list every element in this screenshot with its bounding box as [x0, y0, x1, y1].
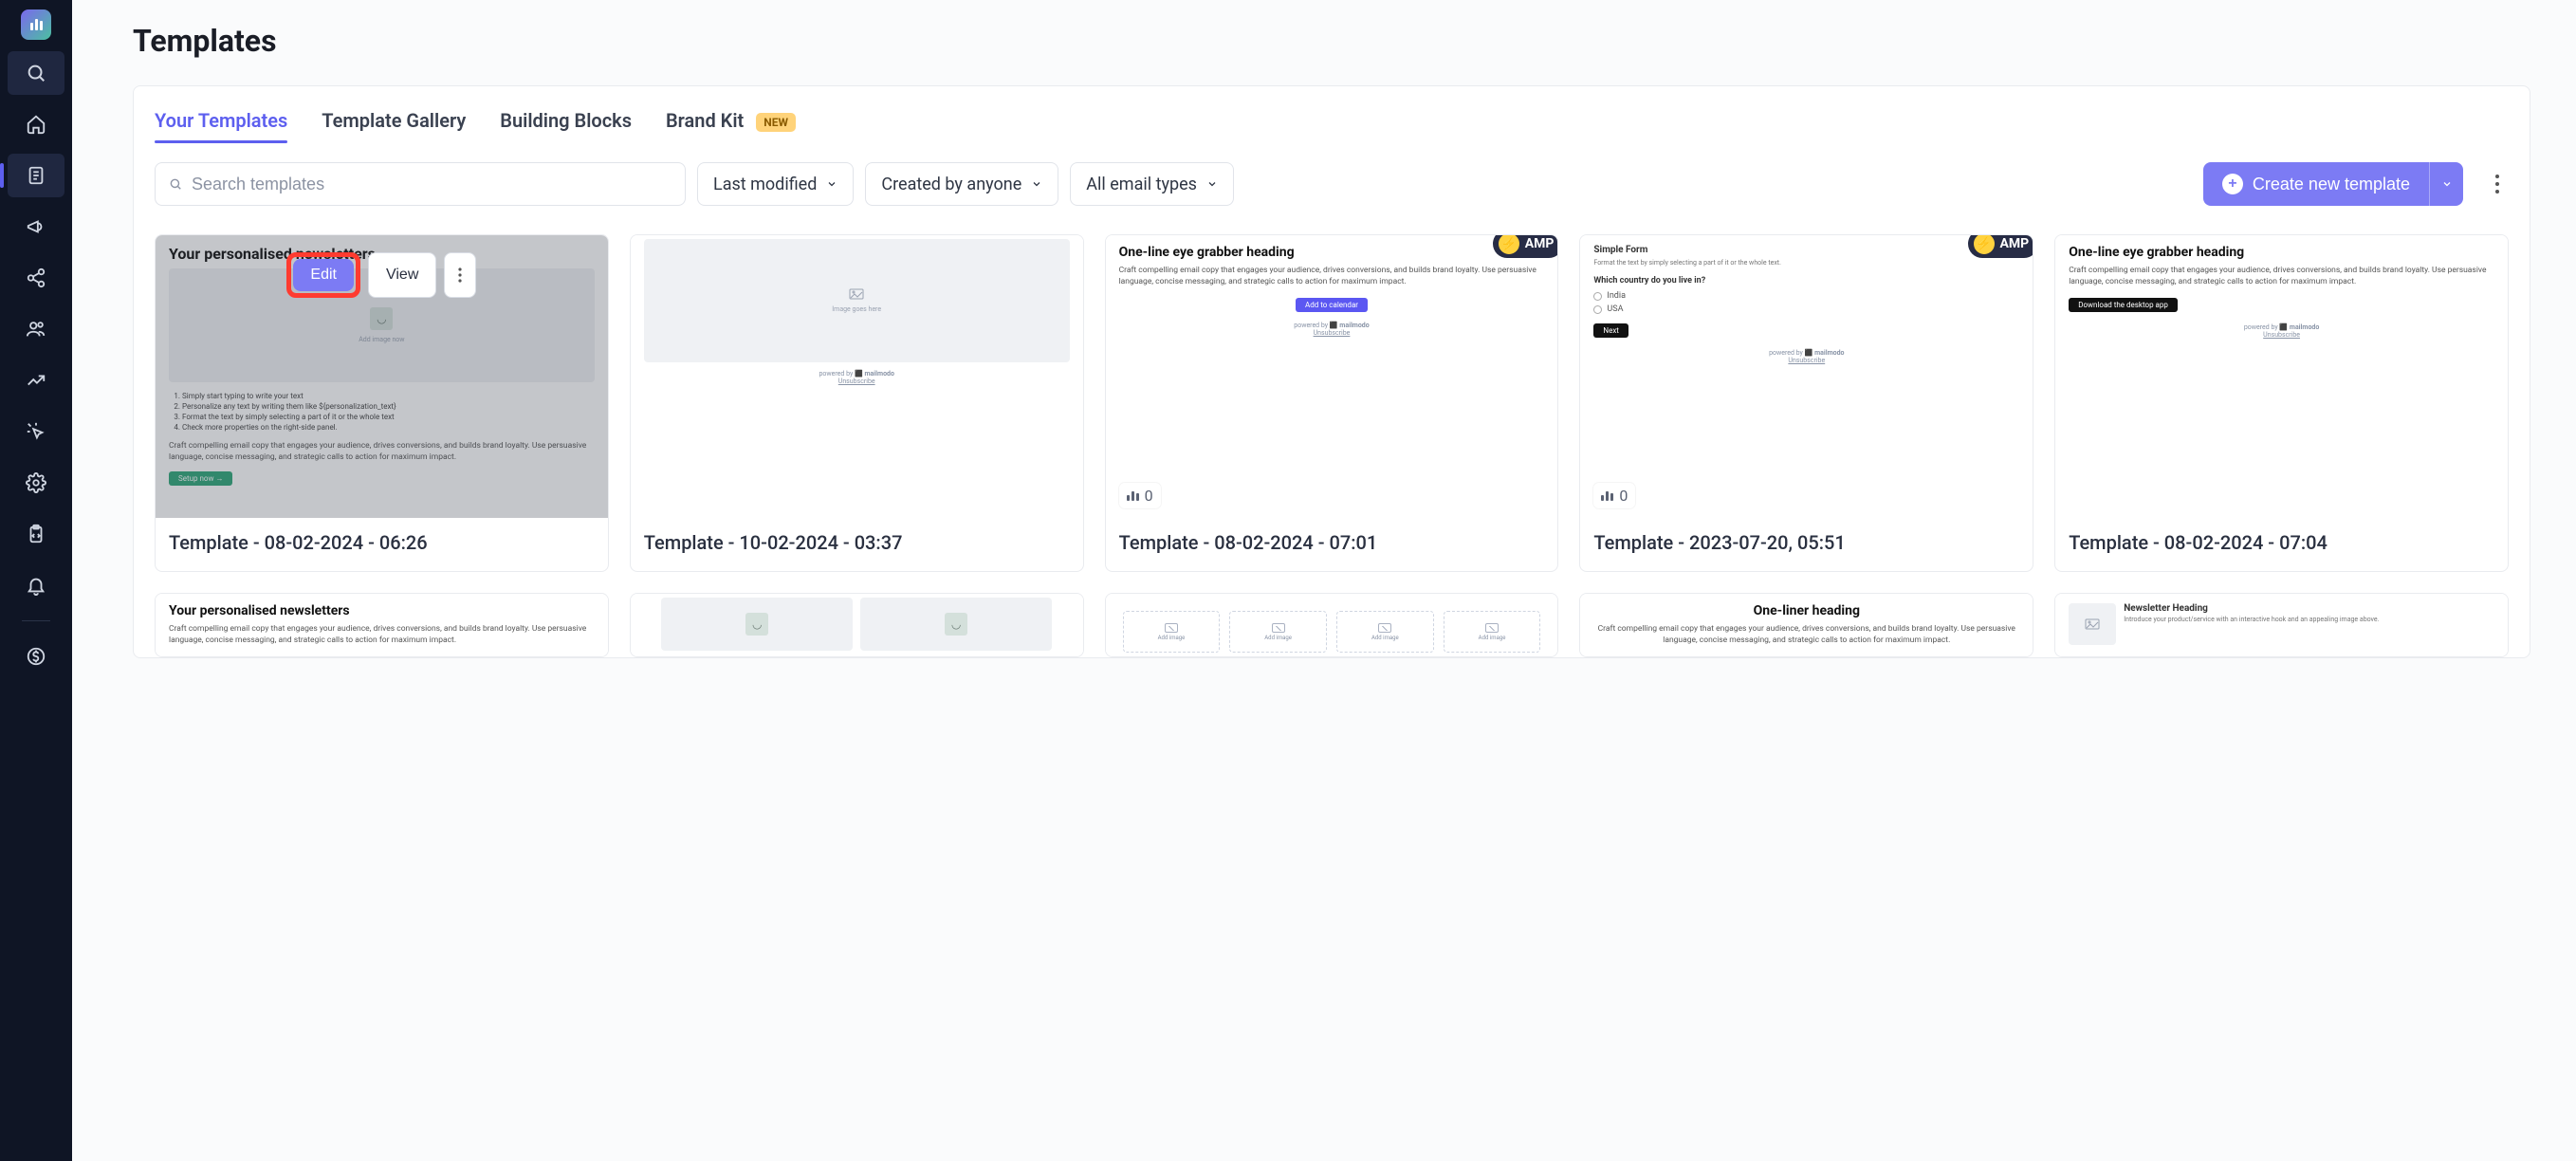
templates-grid: Your personalised newsletters ◡ Add imag… — [155, 234, 2509, 657]
amp-badge: ⚡ AMP — [1968, 234, 2034, 258]
clipboard-icon[interactable] — [8, 512, 64, 556]
dots-vertical-icon — [2494, 174, 2500, 194]
bolt-icon: ⚡ — [1974, 234, 1995, 254]
sidebar-divider — [22, 620, 50, 621]
dots-vertical-icon — [458, 267, 462, 283]
card-more-button[interactable] — [444, 252, 476, 298]
template-card[interactable]: ⚡ AMP One-line eye grabber heading Craft… — [1105, 234, 1559, 572]
chevron-down-icon — [1206, 178, 1218, 190]
template-title: Template - 08-02-2024 - 06:26 — [156, 518, 608, 571]
search-icon — [169, 177, 182, 191]
click-icon[interactable] — [8, 410, 64, 453]
usage-value: 0 — [1619, 487, 1628, 505]
template-card[interactable]: Newsletter Heading Introduce your produc… — [2054, 593, 2509, 657]
template-card[interactable]: Image goes here powered by ⬛ mailmodo Un… — [630, 234, 1084, 572]
home-icon[interactable] — [8, 102, 64, 146]
people-icon[interactable] — [8, 307, 64, 351]
template-thumbnail: Newsletter Heading Introduce your produc… — [2055, 594, 2508, 656]
create-label: Create new template — [2253, 175, 2410, 194]
card-actions: Edit View — [156, 252, 608, 298]
template-thumbnail: Image goes here powered by ⬛ mailmodo Un… — [631, 235, 1083, 518]
tab-template-gallery[interactable]: Template Gallery — [322, 109, 466, 143]
search-icon[interactable] — [8, 51, 64, 95]
template-card[interactable]: One-liner heading Craft compelling email… — [1579, 593, 2033, 657]
template-title: Template - 08-02-2024 - 07:04 — [2055, 518, 2508, 571]
tab-brand-kit[interactable]: Brand Kit NEW — [666, 109, 796, 143]
view-button[interactable]: View — [368, 252, 436, 298]
usage-count: 0 — [1593, 483, 1635, 508]
template-thumbnail: Your personalised newsletters Craft comp… — [156, 594, 608, 656]
tab-brand-kit-label: Brand Kit — [666, 109, 744, 132]
templates-icon[interactable] — [8, 154, 64, 197]
usage-value: 0 — [1145, 487, 1153, 505]
template-card[interactable]: ⚡ AMP Simple Form Format the text by sim… — [1579, 234, 2033, 572]
chevron-down-icon — [826, 178, 837, 190]
gear-icon[interactable] — [8, 461, 64, 505]
tab-building-blocks[interactable]: Building Blocks — [500, 109, 632, 143]
email-types-dropdown[interactable]: All email types — [1070, 162, 1234, 206]
create-button-group: + Create new template — [2203, 162, 2463, 206]
more-actions-button[interactable] — [2486, 162, 2509, 206]
create-template-dropdown[interactable] — [2429, 162, 2463, 206]
sidebar — [0, 0, 72, 1161]
analytics-icon[interactable] — [8, 359, 64, 402]
template-card[interactable]: ◡ ◡ — [630, 593, 1084, 657]
megaphone-icon[interactable] — [8, 205, 64, 249]
template-thumbnail: ◡ ◡ — [631, 594, 1083, 656]
mock-heading: One-liner heading — [1593, 603, 2019, 618]
filter-bar: Last modified Created by anyone All emai… — [155, 162, 2509, 206]
template-thumbnail: One-liner heading Craft compelling email… — [1580, 594, 2033, 656]
search-box[interactable] — [155, 162, 686, 206]
edit-button[interactable]: Edit — [293, 259, 354, 291]
bell-icon[interactable] — [8, 563, 64, 607]
mock-heading: One-line eye grabber heading — [2069, 245, 2494, 260]
bar-icon — [1127, 491, 1139, 501]
last-modified-label: Last modified — [713, 175, 817, 194]
amp-badge: ⚡ AMP — [1493, 234, 1559, 258]
template-card[interactable]: One-line eye grabber heading Craft compe… — [2054, 234, 2509, 572]
plus-icon: + — [2222, 174, 2243, 194]
mock-heading: Your personalised newsletters — [169, 603, 595, 618]
tab-your-templates[interactable]: Your Templates — [155, 109, 287, 143]
create-template-button[interactable]: + Create new template — [2203, 162, 2429, 206]
usage-count: 0 — [1119, 483, 1161, 508]
chevron-down-icon — [2441, 178, 2453, 190]
template-thumbnail: Your personalised newsletters ◡ Add imag… — [156, 235, 608, 518]
templates-panel: Your Templates Template Gallery Building… — [133, 85, 2530, 658]
mock-heading: One-line eye grabber heading — [1119, 245, 1545, 260]
template-title: Template - 10-02-2024 - 03:37 — [631, 518, 1083, 571]
template-title: Template - 08-02-2024 - 07:01 — [1106, 518, 1558, 571]
edit-highlight: Edit — [286, 252, 360, 298]
search-input[interactable] — [192, 175, 672, 194]
tabs: Your Templates Template Gallery Building… — [155, 109, 2509, 143]
chevron-down-icon — [1031, 178, 1042, 190]
last-modified-dropdown[interactable]: Last modified — [697, 162, 854, 206]
billing-icon[interactable] — [8, 635, 64, 678]
created-by-dropdown[interactable]: Created by anyone — [865, 162, 1058, 206]
share-icon[interactable] — [8, 256, 64, 300]
template-card[interactable]: Your personalised newsletters ◡ Add imag… — [155, 234, 609, 572]
main-content: Templates Your Templates Template Galler… — [72, 0, 2576, 1161]
new-badge: NEW — [756, 113, 796, 132]
created-by-label: Created by anyone — [881, 175, 1021, 194]
amp-label: AMP — [1525, 236, 1555, 251]
app-logo[interactable] — [21, 9, 51, 40]
email-types-label: All email types — [1086, 175, 1197, 194]
amp-label: AMP — [2000, 236, 2030, 251]
template-card[interactable]: Your personalised newsletters Craft comp… — [155, 593, 609, 657]
template-card[interactable]: Add image Add image Add image Add image — [1105, 593, 1559, 657]
bar-icon — [1601, 491, 1613, 501]
template-title: Template - 2023-07-20, 05:51 — [1580, 518, 2033, 571]
template-thumbnail: One-line eye grabber heading Craft compe… — [2055, 235, 2508, 518]
template-thumbnail: Simple Form Format the text by simply se… — [1580, 235, 2033, 518]
bolt-icon: ⚡ — [1499, 234, 1519, 254]
template-thumbnail: Add image Add image Add image Add image — [1106, 594, 1558, 656]
page-title: Templates — [133, 23, 2530, 59]
template-thumbnail: One-line eye grabber heading Craft compe… — [1106, 235, 1558, 518]
